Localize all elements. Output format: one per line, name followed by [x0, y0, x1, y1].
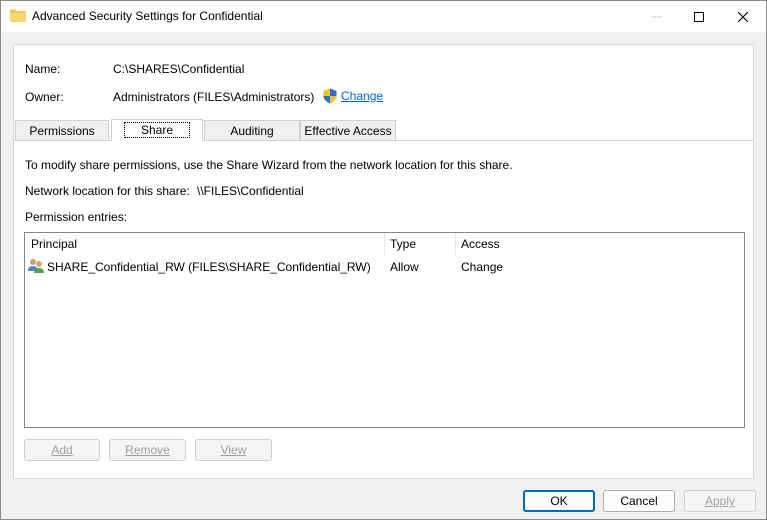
tab-share-label: Share: [123, 122, 191, 138]
column-header-type[interactable]: Type: [384, 233, 455, 255]
tab-share[interactable]: Share: [111, 119, 203, 141]
column-header-principal-label: Principal: [31, 237, 78, 251]
owner-value: Administrators (FILES\Administrators): [113, 90, 315, 104]
owner-label: Owner:: [25, 90, 64, 104]
ok-button-label: OK: [550, 494, 568, 508]
content-panel: Name: C:\SHARES\Confidential Owner: Admi…: [13, 44, 754, 479]
folder-icon: [10, 9, 26, 22]
minimize-button[interactable]: [634, 1, 680, 32]
tab-auditing-label: Auditing: [230, 123, 274, 138]
uac-shield-icon: [323, 88, 337, 104]
tab-auditing[interactable]: Auditing: [204, 120, 300, 140]
name-label: Name:: [25, 62, 61, 76]
name-value: C:\SHARES\Confidential: [113, 62, 245, 76]
tab-permissions[interactable]: Permissions: [15, 120, 109, 140]
share-description: To modify share permissions, use the Sha…: [25, 158, 513, 172]
column-header-type-label: Type: [390, 237, 417, 251]
apply-button[interactable]: Apply: [684, 490, 756, 512]
advanced-security-settings-window: Advanced Security Settings for Confident…: [0, 0, 767, 520]
title-bar[interactable]: Advanced Security Settings for Confident…: [1, 1, 766, 32]
tab-permissions-label: Permissions: [29, 123, 95, 138]
tab-effective-access[interactable]: Effective Access: [300, 120, 396, 140]
cancel-button[interactable]: Cancel: [603, 490, 675, 512]
maximize-button[interactable]: [676, 1, 722, 32]
table-row[interactable]: SHARE_Confidential_RW (FILES\SHARE_Confi…: [25, 257, 744, 277]
permission-entries-list[interactable]: Principal Type Access SHARE_Confidential…: [24, 232, 745, 428]
column-header-access[interactable]: Access: [455, 233, 744, 255]
column-header-access-label: Access: [461, 237, 500, 251]
remove-button-label: Remove: [125, 443, 170, 457]
change-owner-link[interactable]: Change: [341, 89, 383, 103]
tab-effective-access-label: Effective Access: [304, 123, 392, 138]
network-location-value: \\FILES\Confidential: [197, 184, 304, 198]
maximize-icon: [694, 11, 704, 22]
ok-button[interactable]: OK: [523, 490, 595, 512]
type-cell: Allow: [390, 260, 419, 274]
add-button[interactable]: Add: [24, 439, 100, 461]
permission-entries-label: Permission entries:: [25, 210, 128, 224]
close-icon: [738, 11, 748, 22]
view-button-label: View: [220, 443, 247, 457]
network-location-label: Network location for this share:: [25, 184, 190, 198]
add-button-label: Add: [51, 443, 73, 457]
remove-button[interactable]: Remove: [109, 439, 186, 461]
cancel-button-label: Cancel: [620, 494, 658, 508]
principal-cell: SHARE_Confidential_RW (FILES\SHARE_Confi…: [47, 260, 371, 274]
window-title: Advanced Security Settings for Confident…: [32, 9, 263, 23]
user-group-icon: [28, 259, 44, 273]
close-button[interactable]: [720, 1, 766, 32]
column-header-principal[interactable]: Principal: [25, 233, 384, 255]
access-cell: Change: [461, 260, 504, 274]
apply-button-label: Apply: [704, 494, 736, 508]
view-button[interactable]: View: [195, 439, 272, 461]
minimize-icon: [652, 16, 662, 17]
